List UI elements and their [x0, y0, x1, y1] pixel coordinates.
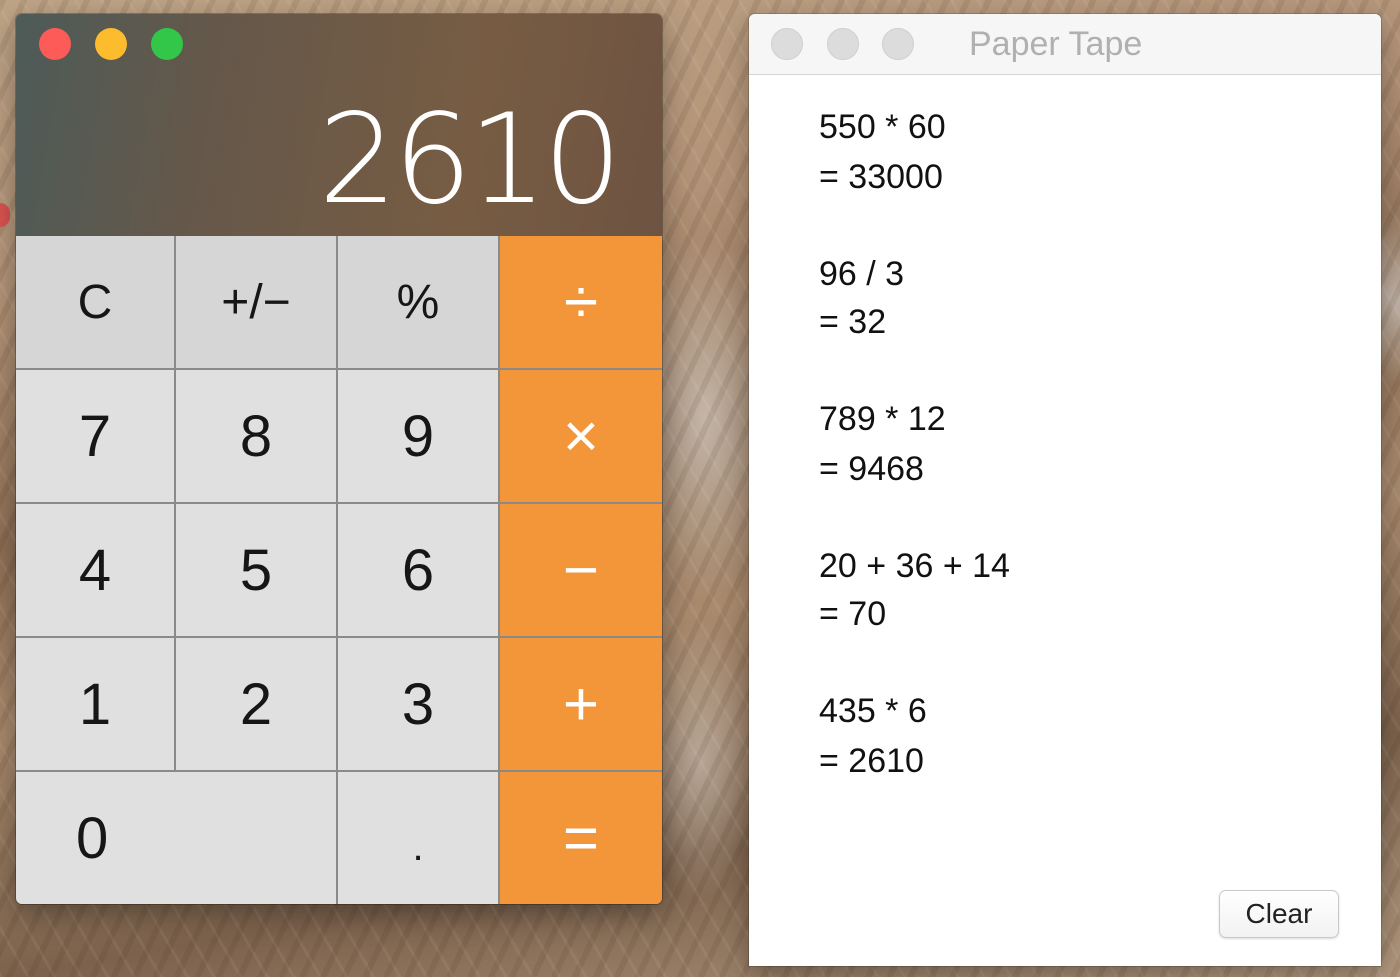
- minimize-button[interactable]: [95, 28, 127, 60]
- tape-result: = 2610: [819, 742, 924, 780]
- sign-toggle-key[interactable]: +/−: [176, 236, 336, 368]
- tape-result: = 9468: [819, 450, 924, 488]
- tape-expression: 550 * 60: [819, 108, 946, 146]
- keypad: C +/− % ÷ 7 8 9 × 4 5 6 − 1 2 3 + 0 . =: [16, 236, 662, 904]
- divide-key[interactable]: ÷: [500, 236, 662, 368]
- digit-9-key[interactable]: 9: [338, 370, 498, 502]
- digit-2-key[interactable]: 2: [176, 638, 336, 770]
- display-value: 2610: [318, 88, 622, 232]
- tape-minimize-button[interactable]: [827, 28, 859, 60]
- digit-6-key[interactable]: 6: [338, 504, 498, 636]
- tape-result: = 32: [819, 303, 887, 341]
- decimal-key[interactable]: .: [338, 772, 498, 904]
- tape-expression: 435 * 6: [819, 692, 927, 730]
- multiply-key[interactable]: ×: [500, 370, 662, 502]
- digit-3-key[interactable]: 3: [338, 638, 498, 770]
- digit-5-key[interactable]: 5: [176, 504, 336, 636]
- digit-1-key[interactable]: 1: [16, 638, 174, 770]
- tape-result: = 33000: [819, 158, 943, 196]
- paper-tape-window: Paper Tape 550 * 60 = 33000 96 / 3 = 32 …: [749, 14, 1381, 966]
- clear-key[interactable]: C: [16, 236, 174, 368]
- percent-key[interactable]: %: [338, 236, 498, 368]
- equals-key[interactable]: =: [500, 772, 662, 904]
- tape-maximize-button[interactable]: [882, 28, 914, 60]
- tape-result: = 70: [819, 595, 887, 633]
- tape-close-button[interactable]: [771, 28, 803, 60]
- tape-expression: 789 * 12: [819, 400, 946, 438]
- calculator-display-area: 2610: [16, 14, 662, 236]
- add-key[interactable]: +: [500, 638, 662, 770]
- digit-7-key[interactable]: 7: [16, 370, 174, 502]
- close-button[interactable]: [39, 28, 71, 60]
- clear-tape-button[interactable]: Clear: [1219, 890, 1339, 938]
- maximize-button[interactable]: [151, 28, 183, 60]
- tape-expression: 20 + 36 + 14: [819, 547, 1010, 585]
- subtract-key[interactable]: −: [500, 504, 662, 636]
- calculator-window: 2610 C +/− % ÷ 7 8 9 × 4 5 6 − 1 2 3 + 0…: [16, 14, 662, 904]
- digit-8-key[interactable]: 8: [176, 370, 336, 502]
- window-title: Paper Tape: [969, 25, 1143, 63]
- paper-tape-titlebar: Paper Tape: [749, 14, 1381, 75]
- digit-0-key[interactable]: 0: [16, 772, 336, 904]
- tape-expression: 96 / 3: [819, 255, 905, 293]
- digit-4-key[interactable]: 4: [16, 504, 174, 636]
